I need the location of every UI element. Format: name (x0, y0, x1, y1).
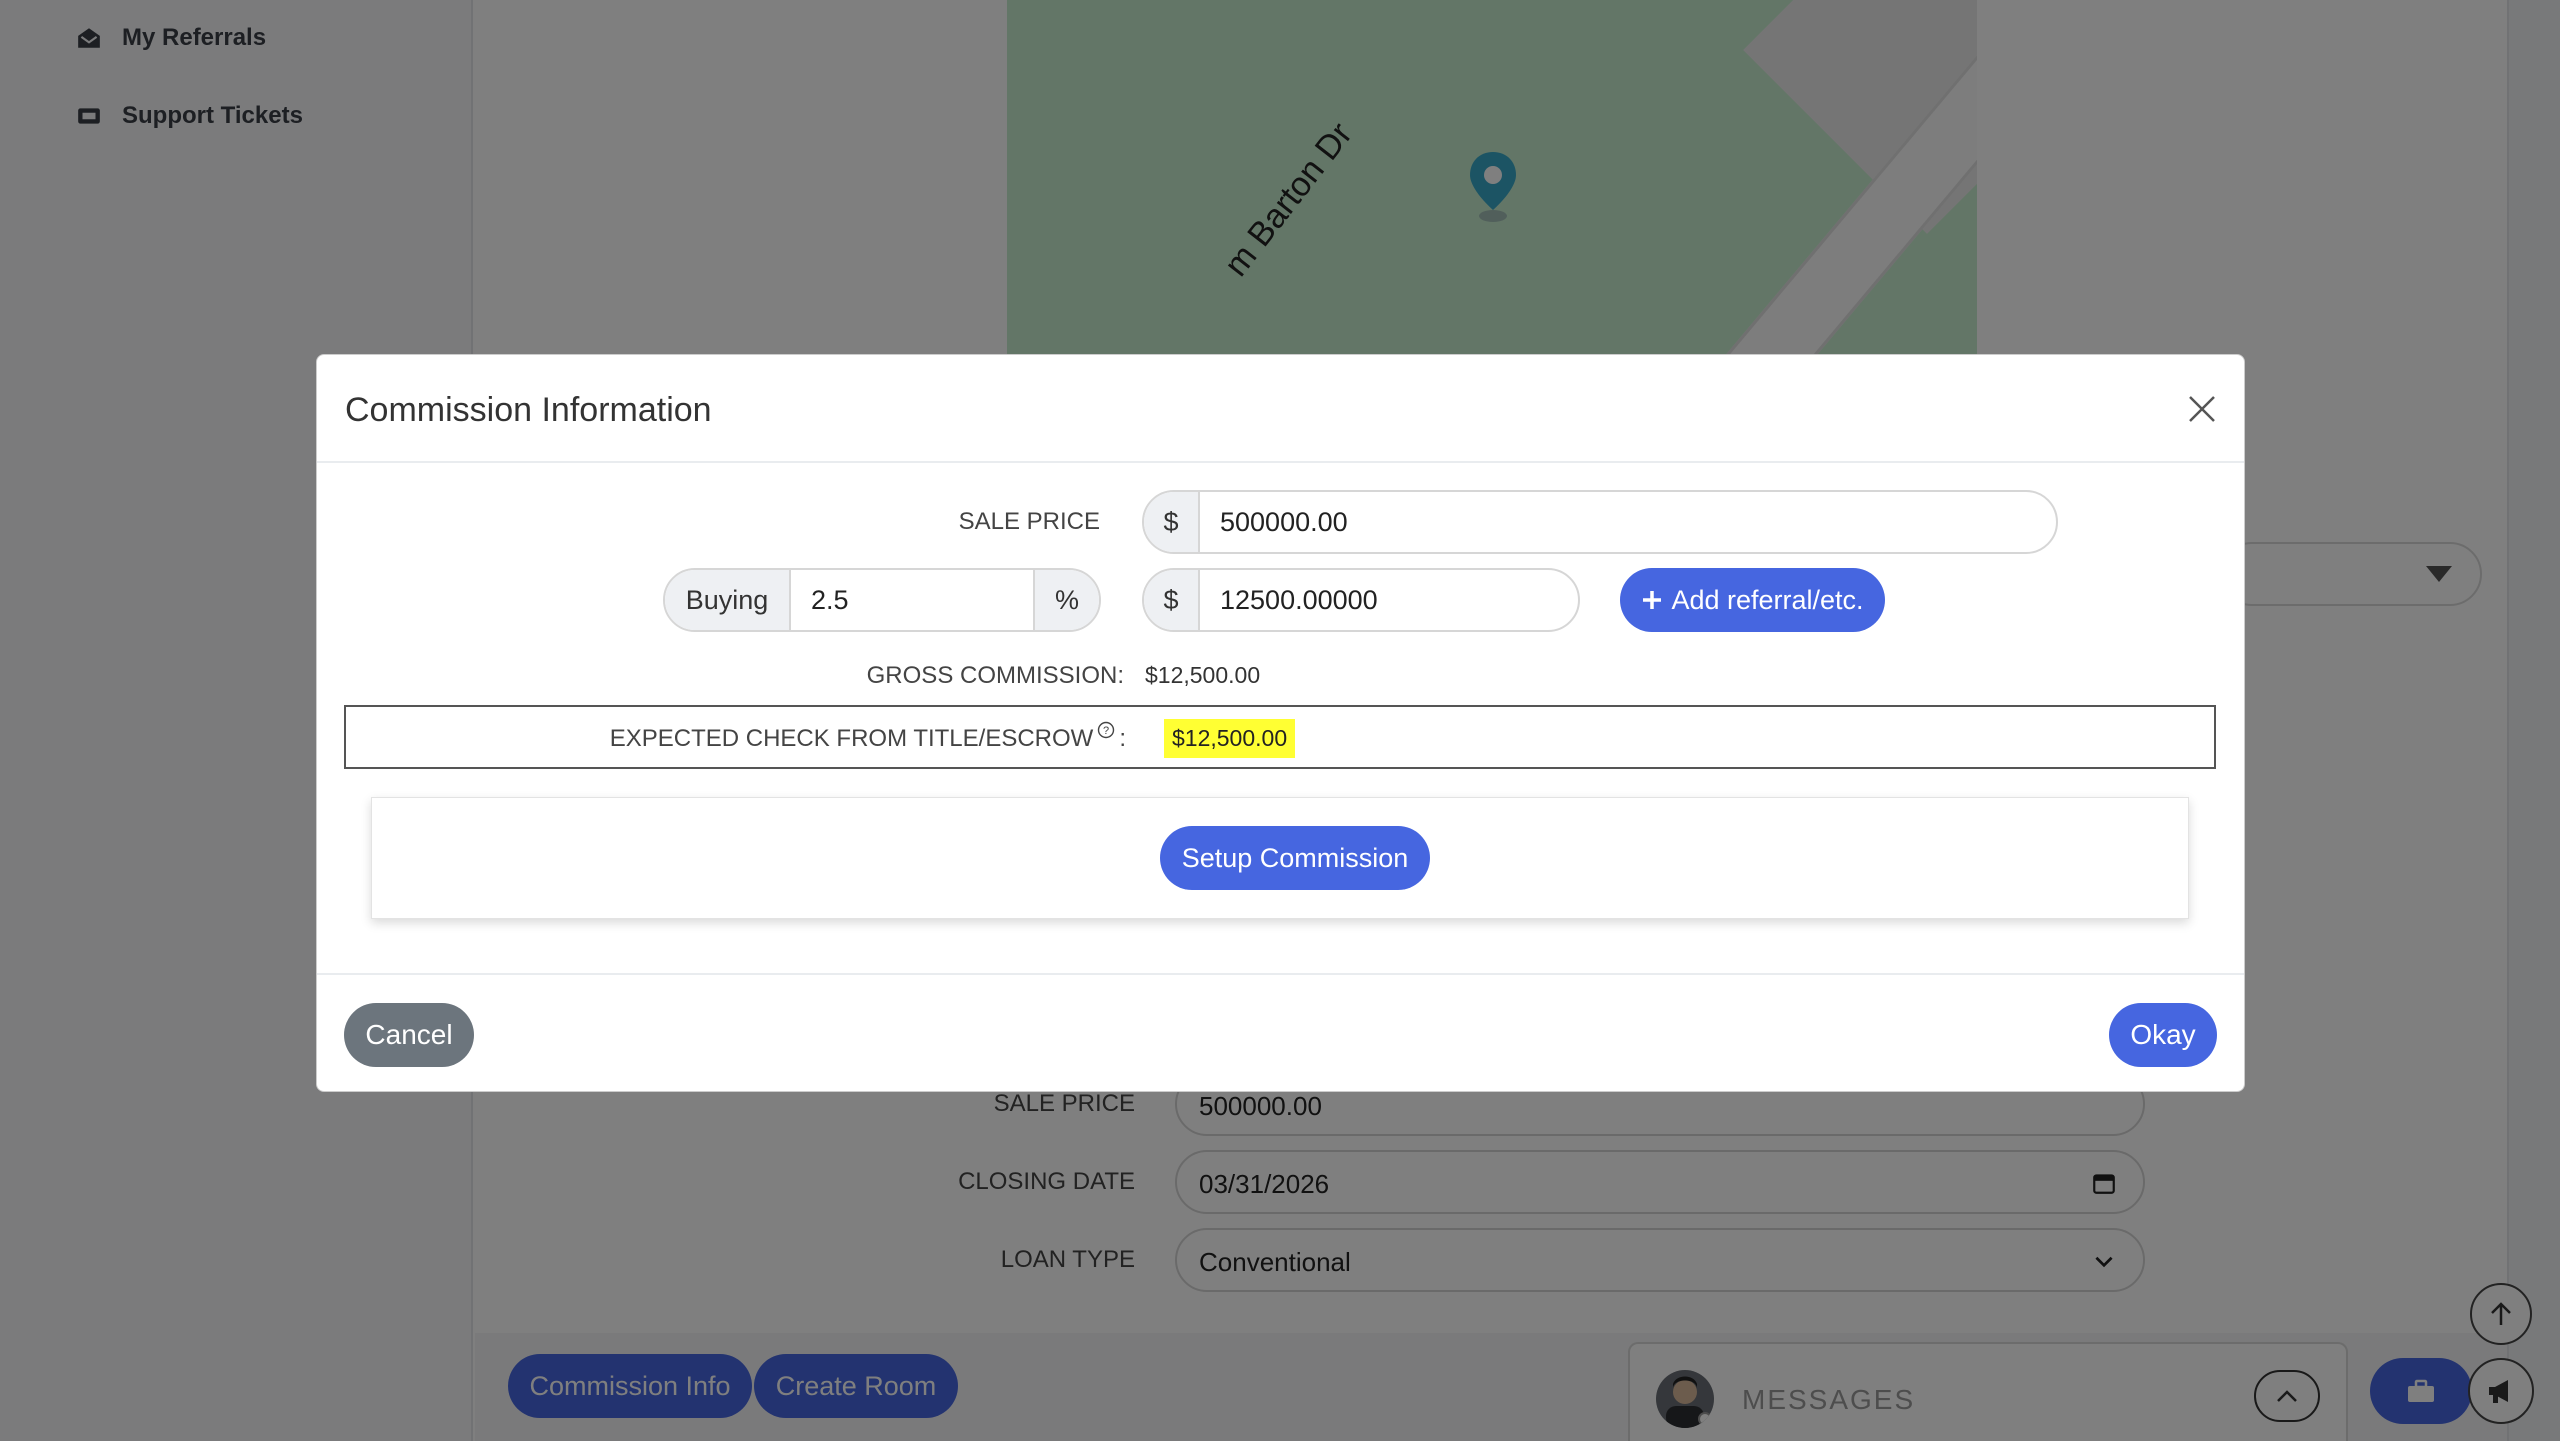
expected-check-row: EXPECTED CHECK FROM TITLE/ESCROW ? : $12… (344, 705, 2216, 769)
gross-commission-label: GROSS COMMISSION: (866, 662, 1124, 689)
cancel-button[interactable]: Cancel (344, 1003, 474, 1067)
expected-check-label-wrap: EXPECTED CHECK FROM TITLE/ESCROW ? : (609, 721, 1126, 753)
add-referral-label: Add referral/etc. (1671, 584, 1864, 615)
svg-text:?: ? (1103, 725, 1109, 737)
okay-button[interactable]: Okay (2109, 1003, 2217, 1067)
side-selector[interactable]: Buying (665, 570, 791, 630)
modal-footer: Cancel Okay (317, 973, 2244, 1093)
setup-commission-button[interactable]: Setup Commission (1160, 826, 1430, 890)
plus-icon (1643, 591, 1662, 609)
add-referral-button[interactable]: Add referral/etc. (1620, 568, 1885, 632)
close-icon[interactable] (2184, 391, 2220, 427)
commission-amount-input[interactable]: 12500.00000 (1200, 570, 1578, 630)
gross-commission-value: $12,500.00 (1145, 662, 1261, 688)
currency-addon: $ (1144, 492, 1200, 552)
modal-header: Commission Information (317, 355, 2244, 463)
commission-percent-input[interactable]: 2.5 (791, 570, 1033, 630)
percent-addon: % (1033, 570, 1099, 630)
modal-title: Commission Information (345, 391, 712, 429)
commission-amount-group: $ 12500.00000 (1142, 568, 1580, 632)
expected-check-value: $12,500.00 (1164, 719, 1296, 758)
commission-percent-group: Buying 2.5 % (663, 568, 1101, 632)
currency-addon: $ (1144, 570, 1200, 630)
expected-check-colon: : (1119, 725, 1126, 752)
sale-price-input[interactable]: 500000.00 (1200, 492, 2056, 552)
help-icon[interactable]: ? (1097, 721, 1115, 739)
setup-commission-panel: Setup Commission (371, 797, 2189, 919)
sale-price-input-group: $ 500000.00 (1142, 490, 2058, 554)
commission-information-modal: Commission Information SALE PRICE $ 5000… (316, 354, 2245, 1092)
sale-price-label: SALE PRICE (958, 508, 1100, 535)
expected-check-label: EXPECTED CHECK FROM TITLE/ESCROW (609, 725, 1094, 752)
